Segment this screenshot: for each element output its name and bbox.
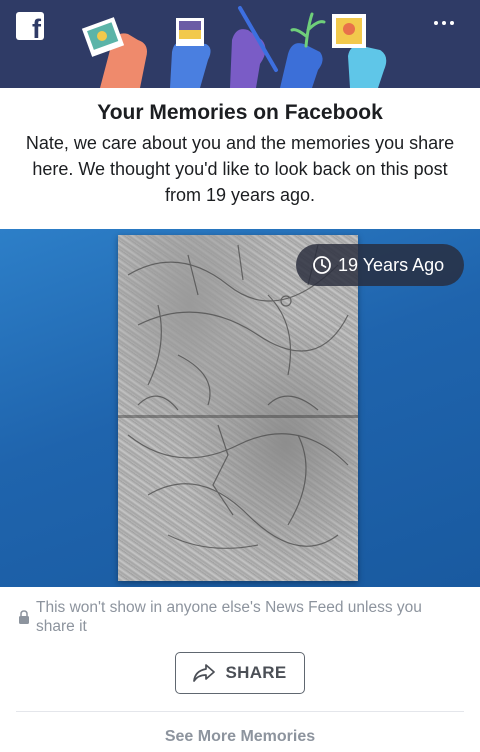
hands-illustration-icon xyxy=(81,6,387,88)
memories-header: f xyxy=(0,0,480,88)
memory-photo[interactable]: 19 Years Ago xyxy=(0,229,480,587)
facebook-logo-letter: f xyxy=(32,14,41,44)
clock-icon xyxy=(313,256,331,274)
memories-description: Nate, we care about you and the memories… xyxy=(25,133,455,205)
memories-card: f Your Memories on Facebook Nate, we car… xyxy=(0,0,480,752)
memories-title: Your Memories on Facebook xyxy=(97,101,383,124)
share-button-label: SHARE xyxy=(225,663,287,682)
paper-fold-line xyxy=(118,415,358,418)
share-arrow-icon xyxy=(193,664,216,682)
see-more-memories-link[interactable]: See More Memories xyxy=(0,727,480,747)
divider xyxy=(16,711,464,712)
sketch-paper xyxy=(118,235,358,581)
privacy-note: This won't show in anyone else's News Fe… xyxy=(18,598,458,636)
pencil-sketch xyxy=(127,244,349,549)
years-ago-badge: 19 Years Ago xyxy=(296,244,464,286)
privacy-text: This won't show in anyone else's News Fe… xyxy=(36,599,422,635)
more-dot xyxy=(450,21,454,25)
more-dot xyxy=(442,21,446,25)
lock-icon xyxy=(19,610,29,624)
years-ago-label: 19 Years Ago xyxy=(338,255,445,275)
facebook-logo-icon[interactable]: f xyxy=(16,12,44,44)
more-dot xyxy=(434,21,438,25)
share-button[interactable]: SHARE xyxy=(175,652,305,694)
more-options-button[interactable] xyxy=(428,12,460,34)
